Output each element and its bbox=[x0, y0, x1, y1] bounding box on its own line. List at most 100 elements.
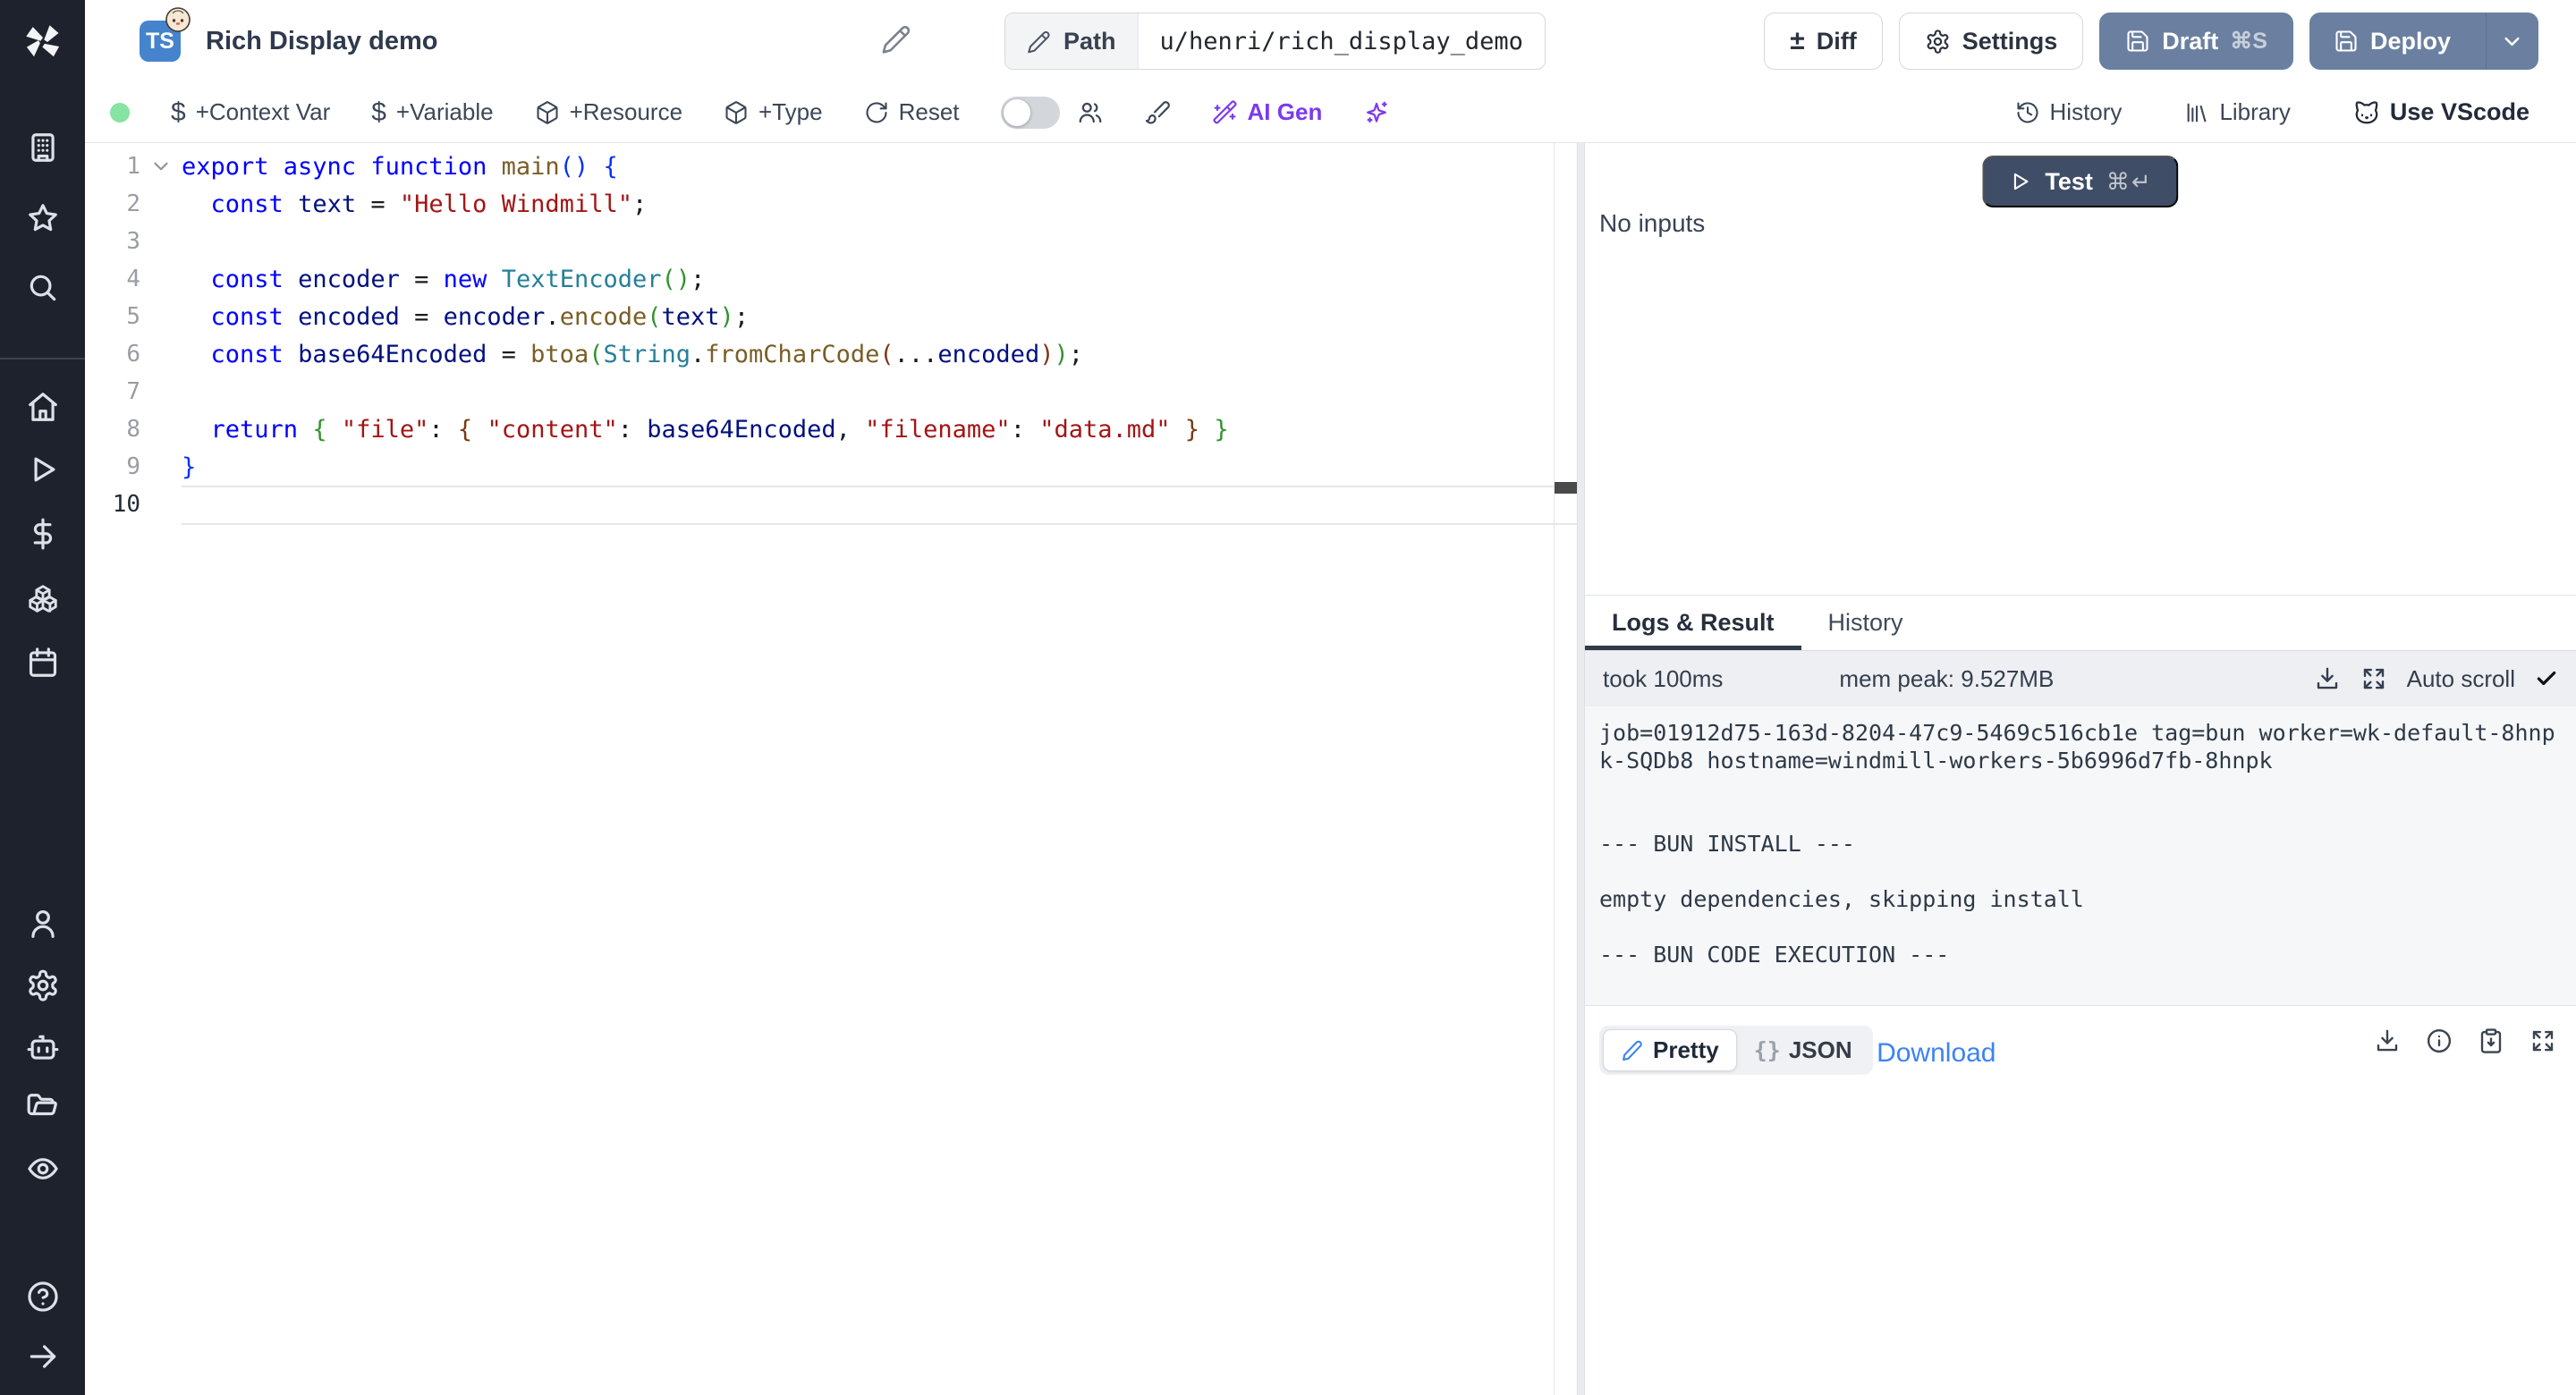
json-view-label: JSON bbox=[1789, 1036, 1852, 1064]
dollar-icon: $ bbox=[171, 97, 186, 128]
download-result-icon[interactable] bbox=[2374, 1027, 2401, 1054]
code-line[interactable]: 7 bbox=[85, 373, 1554, 410]
ai-gen-label: AI Gen bbox=[1248, 98, 1323, 126]
add-resource-button[interactable]: +Resource bbox=[535, 98, 682, 126]
dollar-icon: $ bbox=[371, 97, 386, 128]
ai-sparkles-button[interactable] bbox=[1363, 99, 1390, 126]
download-result-link[interactable]: Download bbox=[1877, 1038, 1996, 1069]
no-inputs-text: No inputs bbox=[1599, 209, 1705, 238]
code-line[interactable]: 10 bbox=[85, 486, 1554, 523]
resources-boxes-icon[interactable] bbox=[26, 581, 60, 615]
page-title: Rich Display demo bbox=[206, 27, 437, 56]
settings-button[interactable]: Settings bbox=[1899, 13, 2084, 70]
help-circle-icon[interactable] bbox=[26, 1280, 60, 1314]
auto-scroll-label[interactable]: Auto scroll bbox=[2407, 665, 2515, 693]
add-resource-label: +Resource bbox=[570, 98, 682, 126]
info-icon[interactable] bbox=[2426, 1027, 2453, 1054]
code-text: export async function main() { bbox=[182, 153, 618, 181]
folders-open-icon[interactable] bbox=[26, 1091, 60, 1125]
code-text: const encoded = encoder.encode(text); bbox=[182, 303, 749, 331]
pretty-view-button[interactable]: Pretty bbox=[1603, 1029, 1737, 1071]
line-number: 7 bbox=[85, 378, 140, 405]
tab-logs-result[interactable]: Logs & Result bbox=[1585, 596, 1801, 650]
test-button[interactable]: Test ⌘↵ bbox=[1982, 156, 2178, 207]
code-line[interactable]: 1export async function main() { bbox=[85, 148, 1554, 185]
library-button[interactable]: Library bbox=[2184, 98, 2290, 126]
code-text: const base64Encoded = btoa(String.fromCh… bbox=[182, 341, 1083, 368]
header-actions: ± Diff Settings Draft ⌘S Deploy bbox=[1764, 13, 2538, 70]
draft-shortcut: ⌘S bbox=[2230, 28, 2267, 55]
code-lines[interactable]: 1export async function main() {2 const t… bbox=[85, 143, 1555, 1395]
history-button[interactable]: History bbox=[2015, 98, 2123, 126]
edit-summary-pencil-icon[interactable] bbox=[881, 24, 911, 59]
play-icon bbox=[2008, 170, 2031, 193]
ai-gen-button[interactable]: AI Gen bbox=[1212, 98, 1323, 126]
reset-button[interactable]: Reset bbox=[864, 98, 960, 126]
format-button[interactable] bbox=[1145, 99, 1171, 125]
pencil-icon bbox=[1027, 30, 1051, 54]
runs-play-icon[interactable] bbox=[26, 452, 60, 486]
path-editor[interactable]: Path u/henri/rich_display_demo bbox=[1004, 13, 1546, 70]
line-number: 2 bbox=[85, 190, 140, 217]
log-controls: Auto scroll bbox=[2314, 665, 2558, 693]
code-text: const text = "Hello Windmill"; bbox=[182, 190, 647, 218]
save-icon bbox=[2125, 29, 2150, 54]
workspace-building-icon[interactable] bbox=[26, 131, 60, 165]
users-icon bbox=[1077, 99, 1104, 126]
windmill-script-editor: TS Rich Display demo Path u/henri/rich_d… bbox=[0, 0, 2576, 1395]
code-line[interactable]: 9} bbox=[85, 448, 1554, 486]
logs-output: job=01912d75-163d-8204-47c9-5469c516cb1e… bbox=[1585, 706, 2576, 1005]
diff-button-label: Diff bbox=[1817, 28, 1857, 55]
code-line[interactable]: 5 const encoded = encoder.encode(text); bbox=[85, 298, 1554, 335]
sidebar-divider bbox=[0, 358, 85, 359]
draft-button[interactable]: Draft ⌘S bbox=[2099, 13, 2293, 70]
panel-splitter[interactable] bbox=[1577, 143, 1585, 1395]
deploy-button[interactable]: Deploy bbox=[2310, 13, 2474, 69]
code-line[interactable]: 3 bbox=[85, 223, 1554, 260]
content: 1export async function main() {2 const t… bbox=[85, 143, 2576, 1395]
search-icon[interactable] bbox=[26, 271, 60, 305]
code-line[interactable]: 4 const encoder = new TextEncoder(); bbox=[85, 260, 1554, 298]
diff-button[interactable]: ± Diff bbox=[1764, 13, 1882, 70]
check-icon[interactable] bbox=[2535, 667, 2558, 690]
tab-history[interactable]: History bbox=[1801, 596, 1930, 650]
add-variable-label: +Variable bbox=[396, 98, 494, 126]
code-line[interactable]: 8 return { "file": { "content": base64En… bbox=[85, 410, 1554, 448]
home-icon[interactable] bbox=[26, 390, 60, 424]
add-variable-button[interactable]: $ +Variable bbox=[371, 97, 493, 128]
code-line[interactable]: 2 const text = "Hello Windmill"; bbox=[85, 185, 1554, 223]
windmill-logo-icon[interactable] bbox=[21, 20, 65, 64]
code-editor[interactable]: 1export async function main() {2 const t… bbox=[85, 143, 1577, 1395]
line-number: 4 bbox=[85, 266, 140, 292]
user-icon[interactable] bbox=[26, 907, 60, 941]
add-context-var-button[interactable]: $ +Context Var bbox=[171, 97, 330, 128]
expand-logs-icon[interactable] bbox=[2360, 665, 2387, 692]
variables-dollar-icon[interactable] bbox=[26, 517, 60, 551]
deploy-more-button[interactable] bbox=[2486, 13, 2538, 69]
path-label-section[interactable]: Path bbox=[1005, 13, 1139, 69]
expand-result-icon[interactable] bbox=[2529, 1027, 2556, 1054]
favorites-star-icon[interactable] bbox=[26, 201, 60, 235]
use-vscode-button[interactable]: Use VScode bbox=[2353, 98, 2529, 126]
pretty-view-label: Pretty bbox=[1653, 1036, 1719, 1064]
diff-mode-toggle[interactable] bbox=[1001, 97, 1060, 129]
library-icon bbox=[2184, 100, 2209, 125]
reset-label: Reset bbox=[899, 98, 960, 126]
settings-gear-icon[interactable] bbox=[26, 968, 60, 1002]
download-logs-icon[interactable] bbox=[2314, 665, 2341, 692]
workers-robot-icon[interactable] bbox=[26, 1031, 60, 1065]
clipboard-copy-icon[interactable] bbox=[2478, 1027, 2504, 1054]
schedules-calendar-icon[interactable] bbox=[26, 646, 60, 680]
sidebar bbox=[0, 0, 85, 1395]
json-view-button[interactable]: {} JSON bbox=[1737, 1030, 1869, 1070]
audit-eye-icon[interactable] bbox=[26, 1152, 60, 1186]
expand-arrow-right-icon[interactable] bbox=[26, 1340, 60, 1374]
gear-icon bbox=[1925, 29, 1951, 55]
code-line[interactable]: 6 const base64Encoded = btoa(String.from… bbox=[85, 335, 1554, 373]
add-type-button[interactable]: +Type bbox=[724, 98, 823, 126]
test-shortcut: ⌘↵ bbox=[2106, 168, 2153, 196]
results-tabs: Logs & Result History bbox=[1585, 596, 2576, 651]
fold-chevron-icon[interactable] bbox=[140, 155, 182, 178]
script-identity: TS Rich Display demo bbox=[140, 21, 437, 62]
path-value[interactable]: u/henri/rich_display_demo bbox=[1139, 13, 1545, 69]
